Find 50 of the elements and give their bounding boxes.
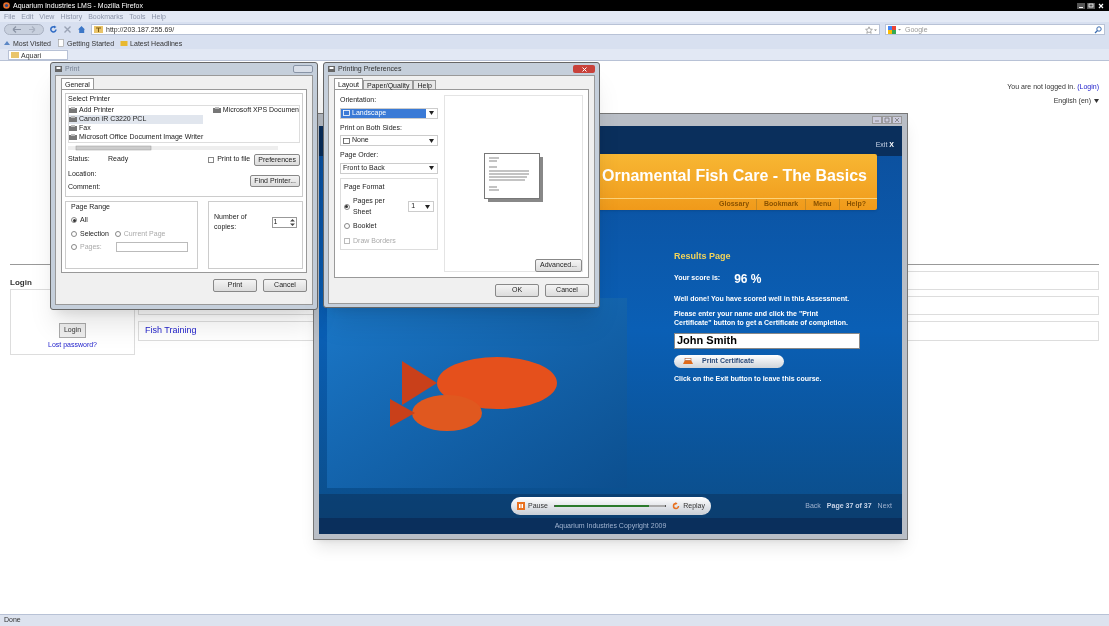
home-icon bbox=[77, 25, 86, 34]
printer-icon bbox=[69, 107, 77, 113]
horizontal-scrollbar-icon bbox=[68, 144, 278, 151]
printer-icon bbox=[55, 66, 62, 72]
back-forward-icon bbox=[4, 24, 44, 35]
site-icon bbox=[11, 52, 19, 58]
course-link[interactable]: Fish Training bbox=[145, 324, 197, 338]
printer-icon bbox=[682, 357, 694, 365]
window-controls-icon bbox=[1076, 1, 1106, 10]
replay-icon bbox=[672, 502, 681, 510]
bookmark-icon bbox=[120, 39, 129, 47]
results-title: Results Page bbox=[674, 250, 732, 263]
dropdown-arrow-icon bbox=[427, 166, 436, 170]
stop-icon bbox=[63, 25, 72, 34]
window-controls-icon bbox=[872, 116, 902, 124]
firefox-icon bbox=[3, 2, 10, 9]
bookmark-icon bbox=[3, 39, 11, 47]
page-icon bbox=[343, 137, 350, 144]
dropdown-arrow-icon bbox=[427, 111, 436, 115]
close-button[interactable] bbox=[293, 65, 313, 73]
checkbox[interactable] bbox=[208, 156, 215, 163]
radio-button[interactable] bbox=[344, 203, 350, 210]
search-engine-icon bbox=[888, 25, 902, 34]
page-preview-drawing bbox=[483, 152, 544, 203]
dropdown-arrow-icon bbox=[1094, 98, 1099, 103]
block-title: Login bbox=[10, 277, 33, 289]
pause-icon bbox=[517, 502, 525, 510]
site-icon bbox=[94, 26, 103, 33]
radio-button[interactable] bbox=[71, 230, 77, 237]
dropdown-arrow-icon bbox=[423, 204, 432, 209]
printer-icon bbox=[69, 134, 77, 140]
bookmark-icon bbox=[57, 39, 65, 47]
score-value: 96 % bbox=[734, 270, 762, 288]
page-icon bbox=[343, 110, 350, 116]
printer-icon bbox=[328, 66, 335, 72]
search-icon bbox=[1094, 25, 1102, 34]
course-title: Ornamental Fish Care - The Basics bbox=[602, 166, 867, 186]
close-icon bbox=[581, 66, 587, 72]
reload-icon bbox=[49, 25, 58, 34]
dropdown-arrow-icon bbox=[427, 138, 436, 143]
spinner-arrows-icon bbox=[289, 217, 296, 227]
radio-button[interactable] bbox=[344, 223, 350, 230]
printer-icon bbox=[69, 125, 77, 131]
name-field[interactable]: John Smith bbox=[674, 332, 860, 349]
close-button[interactable] bbox=[573, 65, 595, 73]
pages-field[interactable] bbox=[115, 242, 188, 253]
printer-icon bbox=[69, 116, 77, 122]
radio-button[interactable] bbox=[71, 217, 77, 224]
star-icon bbox=[865, 25, 877, 34]
printer-icon bbox=[212, 107, 221, 113]
